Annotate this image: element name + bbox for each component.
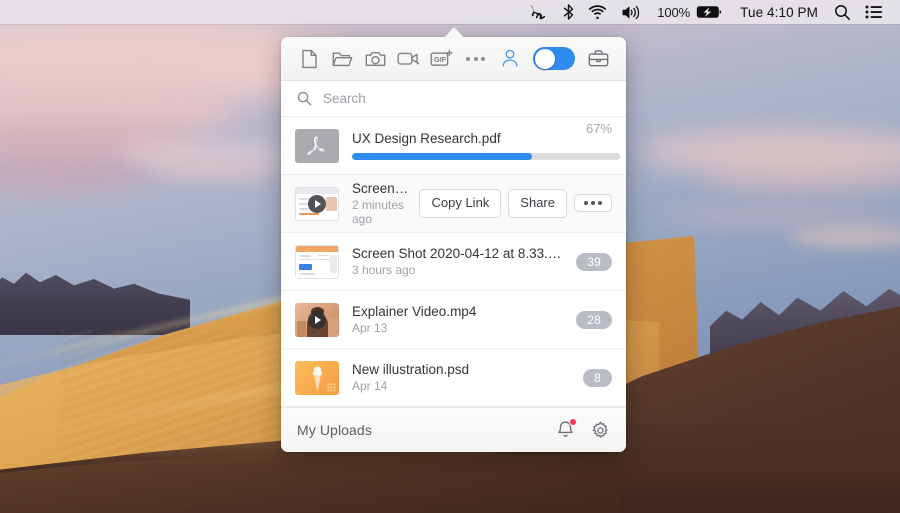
menubar-control-center-icon[interactable] [858,0,890,24]
file-name: New illustration.psd [352,362,573,377]
thumb-line [299,259,317,261]
search-input[interactable] [321,90,585,107]
play-icon [308,195,326,213]
thumb-background [328,317,338,337]
file-meta: New illustration.psd Apr 14 [352,362,573,393]
more-options-icon[interactable] [460,45,491,73]
thumb-line [299,213,319,215]
ice-cream-cone-icon [311,365,324,391]
play-icon [308,311,326,329]
panel-toolbar: GIF [281,37,626,81]
upload-progress-fill [352,153,532,160]
thumb-line [318,255,329,257]
file-meta: Screen Record... 2 minutes ago [352,181,411,226]
person-icon[interactable] [496,45,524,73]
more-actions-button[interactable] [574,194,612,212]
search-icon [297,91,312,106]
menubar-volume-icon[interactable] [614,0,650,24]
svg-text:GIF: GIF [434,55,447,64]
file-name: UX Design Research.pdf [352,131,576,146]
notification-badge-dot [569,418,577,426]
file-row-hover[interactable]: Screen Record... 2 minutes ago Copy Link… [281,175,626,233]
upload-progress-bar [352,153,620,160]
thumb-dot-pattern [327,383,336,392]
screen-recording-thumbnail [295,187,339,221]
file-timestamp: Apr 14 [352,379,573,393]
menubar-search-icon[interactable] [827,0,858,24]
thumb-line [299,273,315,275]
thumb-selection [299,264,312,270]
menubar-kangaroo-app-icon[interactable] [520,0,556,24]
pdf-acrobat-icon [295,129,339,163]
illustration-thumbnail [295,361,339,395]
menubar-battery-percent: 100% [650,5,694,20]
screenshot-thumbnail [295,245,339,279]
notification-bell-icon[interactable] [556,420,575,440]
thumb-line [299,208,309,210]
my-uploads-label[interactable]: My Uploads [297,422,372,438]
menubar-bluetooth-icon[interactable] [556,0,581,24]
view-count-badge: 28 [576,311,612,329]
gear-icon[interactable] [591,421,610,440]
view-count-badge: 39 [576,253,612,271]
file-row-uploading[interactable]: UX Design Research.pdf 67% [281,117,626,175]
file-meta: Screen Shot 2020-04-12 at 8.33.01 PM… 3 … [352,246,566,277]
file-name: Explainer Video.mp4 [352,304,566,319]
file-row[interactable]: Explainer Video.mp4 Apr 13 28 [281,291,626,349]
screen-record-icon[interactable] [394,45,422,73]
upload-progress-label: 67% [586,121,612,136]
thumb-window-bar [296,246,338,252]
file-timestamp: 2 minutes ago [352,198,411,226]
file-name: Screen Shot 2020-04-12 at 8.33.01 PM… [352,246,566,261]
macos-menu-bar: 100% Tue 4:10 PM [0,0,900,24]
video-thumbnail [295,303,339,337]
thumb-line [299,255,311,257]
thumb-background [297,321,306,337]
open-folder-icon[interactable] [328,45,356,73]
thumb-sidebar [330,255,337,273]
file-meta: UX Design Research.pdf [352,131,576,160]
thumb-image [326,197,337,211]
availability-toggle[interactable] [533,47,575,70]
briefcase-icon[interactable] [584,45,612,73]
file-name: Screen Record... [352,181,411,196]
gif-icon[interactable]: GIF [427,45,455,73]
menubar-battery-charging-icon[interactable] [694,0,729,24]
file-row[interactable]: New illustration.psd Apr 14 8 [281,349,626,407]
copy-link-button[interactable]: Copy Link [419,189,501,217]
menubar-wifi-icon[interactable] [581,0,614,24]
toggle-knob [535,49,555,69]
file-row[interactable]: Screen Shot 2020-04-12 at 8.33.01 PM… 3 … [281,233,626,291]
search-bar[interactable] [281,81,626,117]
cloudapp-popover-panel: GIF [281,37,626,452]
menubar-clock[interactable]: Tue 4:10 PM [729,5,827,20]
file-timestamp: 3 hours ago [352,263,566,277]
desktop-screen: 100% Tue 4:10 PM [0,0,900,513]
share-button[interactable]: Share [508,189,567,217]
file-meta: Explainer Video.mp4 Apr 13 [352,304,566,335]
view-count-badge: 8 [583,369,612,387]
new-file-icon[interactable] [295,45,323,73]
file-timestamp: Apr 13 [352,321,566,335]
row-actions: Copy Link Share [419,189,612,217]
screenshot-camera-icon[interactable] [361,45,389,73]
panel-footer: My Uploads [281,407,626,452]
thumb-window-bar [296,188,338,194]
